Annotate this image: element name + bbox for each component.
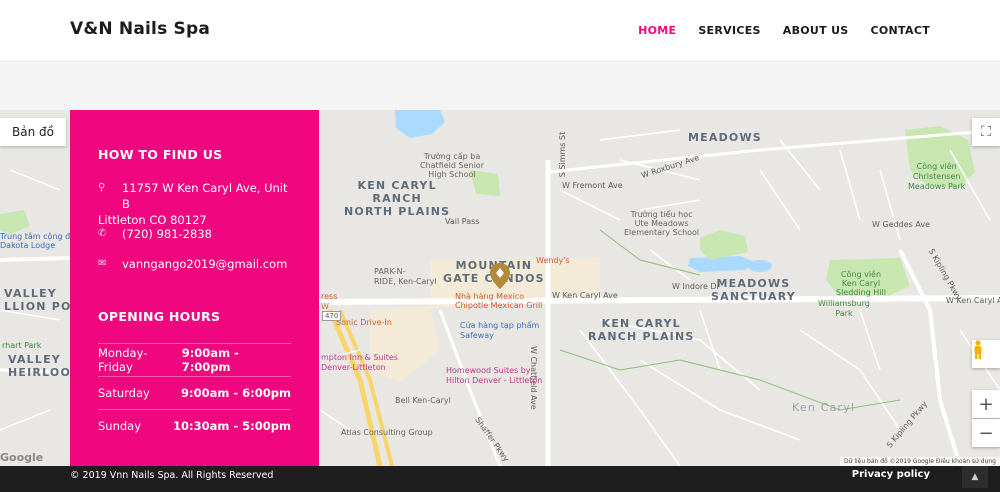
poi-sonic[interactable]: Sonic Drive-In <box>336 318 392 327</box>
street-w-indore-dr: W Indore Dr <box>672 282 720 291</box>
site-header: V&N Nails Spa HOME SERVICES ABOUT US CON… <box>0 0 1000 62</box>
area-ranch-plains: KEN CARYL RANCH PLAINS <box>588 317 695 343</box>
email-text[interactable]: vanngango2019@gmail.com <box>122 256 287 272</box>
hours-row: Saturday 9:00am - 6:00pm <box>98 376 291 409</box>
poi-bell-ken-caryl[interactable]: Bell Ken-Caryl <box>395 396 451 405</box>
chevron-up-icon: ▲ <box>971 472 979 482</box>
plus-icon: + <box>978 393 994 415</box>
google-logo: Google <box>0 451 44 464</box>
poi-williamsburg-park[interactable]: Williamsburg Park <box>818 299 870 319</box>
street-s-simms-st: S Simms St <box>558 131 568 178</box>
privacy-policy-link[interactable]: Privacy policy <box>852 469 930 480</box>
area-meadows: MEADOWS <box>688 131 762 144</box>
area-ken-caryl-north: KEN CARYL RANCH NORTH PLAINS <box>344 179 451 218</box>
contact-info-panel: HOW TO FIND US ⚲ 11757 W Ken Caryl Ave, … <box>70 110 319 466</box>
scroll-to-top-button[interactable]: ▲ <box>962 466 988 488</box>
pegman-icon <box>974 340 982 359</box>
nav-about-us[interactable]: ABOUT US <box>783 24 849 37</box>
phone-text[interactable]: (720) 981-2838 <box>122 226 212 242</box>
zoom-out-button[interactable]: − <box>972 419 1000 447</box>
route-470-shield: 470 <box>322 311 342 321</box>
location-icon: ⚲ <box>98 182 106 193</box>
hours-day: Saturday <box>98 386 150 400</box>
street-w-fremont-ave: W Fremont Ave <box>562 181 623 190</box>
poi-ute-meadows-school[interactable]: Trường tiểu học Ute Meadows Elementary Sch… <box>624 210 699 237</box>
street-w-chatfield-ave: W Chatfield Ave <box>529 346 538 410</box>
site-footer: © 2019 Vnn Nails Spa. All Rights Reserve… <box>0 466 1000 492</box>
mail-icon: ✉ <box>98 258 107 269</box>
section-spacer <box>0 63 1000 110</box>
site-logo[interactable]: V&N Nails Spa <box>70 19 210 39</box>
email-row[interactable]: ✉ vanngango2019@gmail.com <box>98 256 299 272</box>
phone-row[interactable]: ✆ (720) 981-2838 <box>98 226 299 242</box>
poi-homewood-suites[interactable]: Homewood Suites by Hilton Denver - Little… <box>446 366 542 386</box>
nav-services[interactable]: SERVICES <box>698 24 760 37</box>
fullscreen-icon: ⛶ <box>981 124 991 140</box>
nav-home[interactable]: HOME <box>638 24 676 37</box>
poi-express[interactable]: ress W <box>321 292 337 312</box>
hours-day: Monday-Friday <box>98 346 148 374</box>
poi-dakota-lodge[interactable]: Trung tâm cộng đ Dakota Lodge <box>0 232 70 250</box>
area-meadows-sanctuary: MEADOWS SANCTUARY <box>711 277 796 303</box>
opening-hours-heading: OPENING HOURS <box>98 309 221 324</box>
minus-icon: − <box>978 422 994 444</box>
poi-wendys[interactable]: Wendy's <box>536 256 570 265</box>
poi-chatfield-high-school[interactable]: Trường cấp ba Chatfield Senior High School <box>420 152 484 179</box>
hours-time: 9:00am - 6:00pm <box>181 386 291 400</box>
poi-atlas-consulting[interactable]: Atlas Consulting Group <box>341 428 433 437</box>
address-text: 11757 W Ken Caryl Ave, Unit B Littleton … <box>98 181 288 227</box>
hours-time: 9:00am - 7:00pm <box>181 346 239 374</box>
hours-row: Monday-Friday 9:00am - 7:00pm <box>98 343 291 376</box>
hours-time: 10:30am - 5:00pm <box>173 419 291 433</box>
poi-christensen-park[interactable]: Công viên Christensen Meadows Park <box>908 162 965 192</box>
street-view-button[interactable] <box>972 340 1000 368</box>
poi-chipotle[interactable]: Nhà hàng Mexico Chipotle Mexican Grill <box>455 292 542 310</box>
hours-day: Sunday <box>98 419 142 433</box>
copyright-text: © 2019 Vnn Nails Spa. All Rights Reserve… <box>70 470 274 481</box>
poi-hampton-inn[interactable]: mpton Inn & Suites Denver-Littleton <box>321 353 398 373</box>
poi-park-n-ride[interactable]: PARK-N- RIDE, Ken-Caryl <box>374 267 437 287</box>
address-row: ⚲ 11757 W Ken Caryl Ave, Unit B Littleto… <box>98 180 299 228</box>
poi-safeway[interactable]: Cửa hàng tạp phẩm Safeway <box>460 321 539 341</box>
zoom-in-button[interactable]: + <box>972 390 1000 418</box>
area-ken-caryl-faint: Ken Caryl <box>792 401 856 414</box>
fullscreen-button[interactable]: ⛶ <box>972 118 1000 146</box>
poi-rhart-park[interactable]: rhart Park <box>2 341 41 350</box>
street-w-ken-caryl-ave: W Ken Caryl Ave <box>552 291 618 300</box>
main-nav: HOME SERVICES ABOUT US CONTACT <box>638 24 930 37</box>
hours-row: Sunday 10:30am - 5:00pm <box>98 409 291 442</box>
street-vail-pass: Vail Pass <box>445 217 480 226</box>
location-pin-icon[interactable] <box>489 262 511 290</box>
opening-hours-table: Monday-Friday 9:00am - 7:00pm Saturday 9… <box>98 343 291 442</box>
poi-sledding-hill-park[interactable]: Công viên Ken Caryl Sledding Hill <box>836 270 886 297</box>
street-w-geddes-ave: W Geddes Ave <box>872 220 931 229</box>
phone-icon: ✆ <box>98 228 107 239</box>
nav-contact[interactable]: CONTACT <box>871 24 930 37</box>
find-us-heading: HOW TO FIND US <box>98 147 223 162</box>
map-type-button[interactable]: Bản đồ <box>0 118 66 146</box>
map-attribution[interactable]: Dữ liệu bản đồ ©2019 Google Điều khoản s… <box>839 457 1000 466</box>
